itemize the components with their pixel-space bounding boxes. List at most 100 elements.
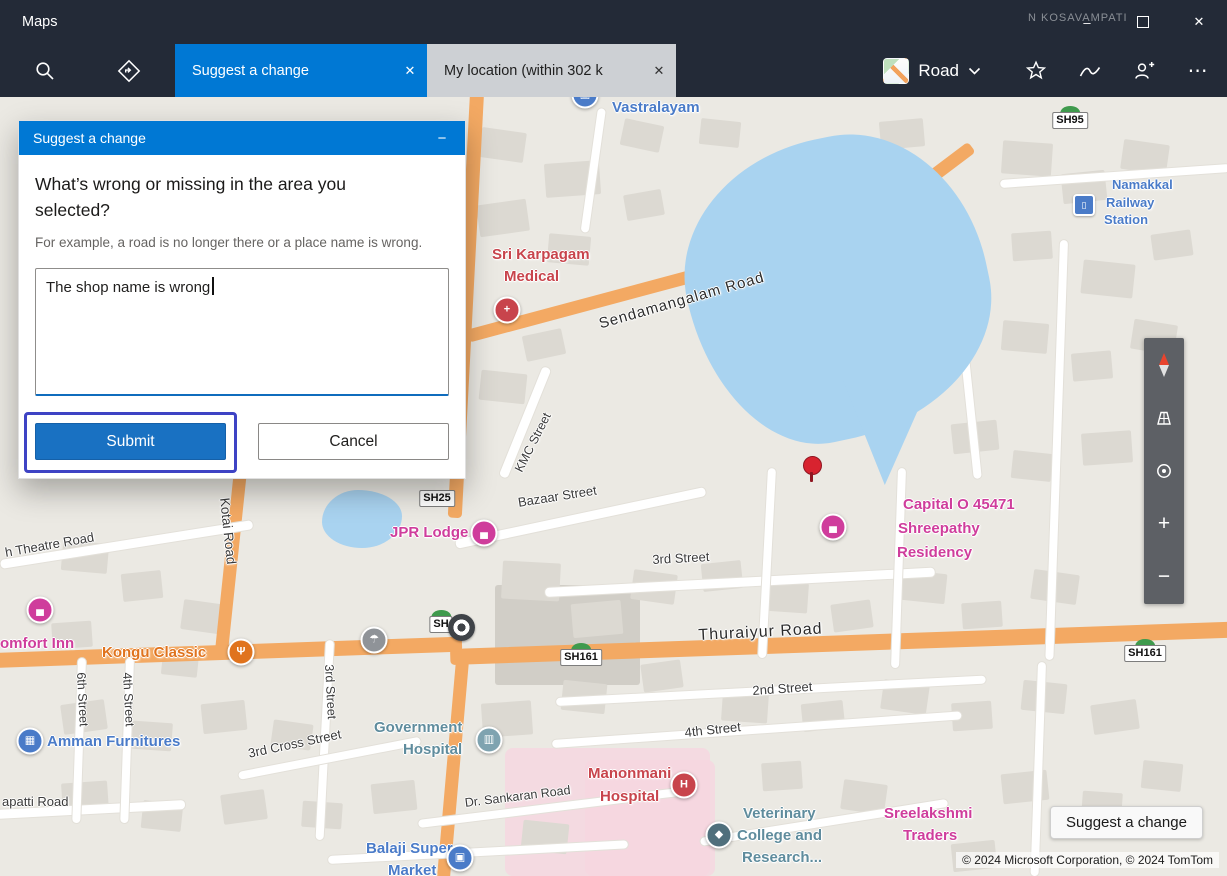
road-shield-sh95: SH95	[1052, 106, 1088, 129]
minimize-icon: −	[438, 130, 447, 147]
map-label: Amman Furnitures	[47, 733, 180, 750]
hotel-poi-icon[interactable]: ▄	[27, 597, 54, 624]
map-label: Market	[388, 862, 436, 876]
tab-label: Suggest a change	[175, 63, 393, 79]
map-label: JPR Lodge	[390, 524, 468, 541]
directions-button[interactable]	[108, 44, 150, 97]
directions-icon	[117, 59, 141, 83]
zoom-out-button[interactable]: −	[1144, 551, 1184, 604]
tab-close-icon[interactable]: ✕	[642, 63, 676, 79]
tab-my-location[interactable]: My location (within 302 k ✕	[427, 44, 676, 97]
hospital-poi-icon[interactable]: H	[671, 772, 698, 799]
minimize-button[interactable]: –	[1059, 0, 1115, 44]
map-building	[620, 118, 665, 153]
map-building	[201, 700, 248, 734]
map-building	[830, 599, 874, 632]
locate-icon	[1154, 461, 1174, 481]
favorites-button[interactable]	[1021, 51, 1051, 91]
furniture-poi-icon[interactable]: ▦	[17, 728, 44, 755]
map-building	[623, 189, 665, 221]
maximize-icon	[1137, 16, 1149, 28]
cancel-button[interactable]: Cancel	[258, 423, 449, 460]
map-label: Shreepathy	[898, 520, 980, 537]
junction-marker-icon[interactable]	[448, 614, 475, 641]
tilt-button[interactable]	[1144, 391, 1184, 444]
map-label: Railway	[1106, 196, 1154, 211]
map-style-selector[interactable]: Road	[883, 58, 981, 84]
minus-icon: −	[1158, 565, 1170, 589]
chevron-down-icon	[968, 67, 981, 75]
search-button[interactable]	[24, 44, 66, 97]
dialog-header: Suggest a change −	[19, 121, 465, 155]
close-button[interactable]: ✕	[1171, 0, 1227, 44]
tab-bar: Suggest a change ✕ My location (within 3…	[0, 44, 1227, 97]
map-label: Traders	[903, 827, 957, 844]
suggest-a-change-button[interactable]: Suggest a change	[1050, 806, 1203, 839]
dialog-minimize-button[interactable]: −	[419, 130, 465, 147]
submit-button[interactable]: Submit	[35, 423, 226, 460]
restaurant-poi-icon[interactable]: Ψ	[228, 639, 255, 666]
locate-me-button[interactable]	[1144, 444, 1184, 497]
government-poi-icon[interactable]: ▥	[476, 727, 503, 754]
maximize-button[interactable]	[1115, 0, 1171, 44]
map-label: Hospital	[600, 788, 659, 805]
market-poi-icon[interactable]: ▣	[447, 845, 474, 872]
map-label: Namakkal	[1112, 178, 1173, 193]
tab-label: My location (within 302 k	[427, 63, 642, 79]
map-building	[522, 328, 567, 362]
medical-poi-icon[interactable]: +	[494, 297, 521, 324]
minimize-icon: –	[1083, 15, 1090, 30]
dialog-question: What’s wrong or missing in the area you …	[35, 171, 420, 224]
map-label: Bazaar Street	[517, 484, 598, 511]
suggest-change-dialog: Suggest a change − What’s wrong or missi…	[18, 120, 466, 479]
map-label: 6th Street	[74, 672, 91, 727]
more-button[interactable]: ⋯	[1183, 51, 1213, 91]
map-label: Station	[1104, 213, 1148, 228]
map-label: Sreelakshmi	[884, 805, 972, 822]
hotel-poi-icon[interactable]: ▄	[820, 514, 847, 541]
hotel-poi-icon[interactable]: ▄	[471, 520, 498, 547]
map-label: Medical	[504, 268, 559, 285]
railway-station-icon[interactable]: ▯	[1073, 194, 1095, 216]
map-label: 2nd Street	[752, 680, 813, 699]
tab-close-icon[interactable]: ✕	[393, 63, 427, 79]
title-bar: Maps N KOSAVAMPATI – ✕	[0, 0, 1227, 44]
compass-north-icon	[1159, 353, 1169, 365]
map-building	[371, 780, 418, 814]
road-style-label: Road	[918, 61, 959, 81]
map-label: Hospital	[403, 741, 462, 758]
map-building	[571, 600, 624, 638]
compass-button[interactable]	[1144, 338, 1184, 391]
favorites-star-icon	[1024, 59, 1048, 83]
more-icon: ⋯	[1188, 58, 1209, 83]
college-poi-icon[interactable]: ◆	[706, 822, 733, 849]
map-building	[1071, 350, 1113, 381]
road-shield-sh25: SH25	[419, 490, 455, 507]
map-label: Kongu Classic	[102, 644, 206, 661]
map-building	[699, 118, 741, 148]
ink-button[interactable]	[1075, 51, 1105, 91]
map-label: Residency	[897, 544, 972, 561]
generic-poi-icon[interactable]: ☂	[361, 627, 388, 654]
zoom-in-button[interactable]: +	[1144, 498, 1184, 551]
map-label: Capital O 45471	[903, 496, 1015, 513]
map-building	[1001, 770, 1050, 805]
map-label: 3rd Street	[652, 550, 710, 568]
add-person-icon	[1132, 59, 1156, 83]
map-copyright: © 2024 Microsoft Corporation, © 2024 Tom…	[956, 852, 1219, 868]
sign-in-button[interactable]	[1129, 51, 1159, 91]
map-building	[1150, 229, 1193, 260]
compass-south-icon	[1159, 365, 1169, 377]
plus-icon: +	[1158, 512, 1170, 536]
change-description-input[interactable]: The shop name is wrong	[35, 268, 449, 396]
map-label: Veterinary	[743, 805, 816, 822]
search-icon	[34, 60, 56, 82]
map-label: omfort Inn	[0, 635, 74, 652]
map-label: 4th Street	[684, 720, 742, 741]
map-label: 4th Street	[120, 672, 137, 727]
map-pin-stem	[810, 472, 813, 482]
map-building	[476, 199, 530, 238]
tab-suggest-a-change[interactable]: Suggest a change ✕	[175, 44, 427, 97]
map-building	[1141, 760, 1184, 792]
map-label: College and	[737, 827, 822, 844]
